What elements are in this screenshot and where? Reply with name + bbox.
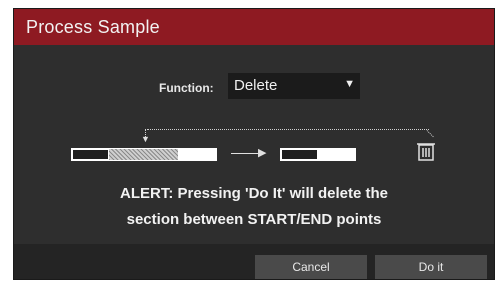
function-dropdown[interactable]: Delete ▼ bbox=[228, 73, 360, 99]
result-sample-diagram bbox=[280, 148, 356, 161]
alert-line-2: section between START/END points bbox=[126, 211, 382, 228]
trash-icon bbox=[417, 143, 435, 161]
do-it-button[interactable]: Do it bbox=[375, 255, 487, 279]
title-bar: Process Sample bbox=[14, 9, 494, 45]
delete-path-diagonal bbox=[426, 130, 434, 138]
process-sample-dialog: Process Sample Function: Delete ▼ ▼ ▶ AL… bbox=[14, 9, 494, 279]
alert-line-1: ALERT: Pressing 'Do It' will delete the bbox=[119, 185, 388, 202]
function-label: Function: bbox=[159, 81, 214, 95]
sample-region-selected bbox=[109, 149, 178, 160]
arrow-down-icon: ▼ bbox=[141, 134, 150, 144]
arrow-right-icon bbox=[231, 153, 261, 154]
dialog-title: Process Sample bbox=[26, 17, 160, 37]
alert-message: ALERT: Pressing 'Do It' will delete the … bbox=[14, 181, 494, 233]
function-selected-value: Delete bbox=[234, 77, 278, 94]
delete-path-line bbox=[147, 129, 429, 130]
chevron-down-icon: ▼ bbox=[344, 78, 355, 90]
cancel-button[interactable]: Cancel bbox=[255, 255, 367, 279]
result-region-before bbox=[282, 150, 317, 159]
arrow-right-head: ▶ bbox=[258, 147, 267, 159]
source-sample-diagram bbox=[71, 148, 217, 161]
sample-region-before bbox=[73, 150, 108, 159]
dialog-footer: Cancel Do it bbox=[14, 244, 494, 279]
